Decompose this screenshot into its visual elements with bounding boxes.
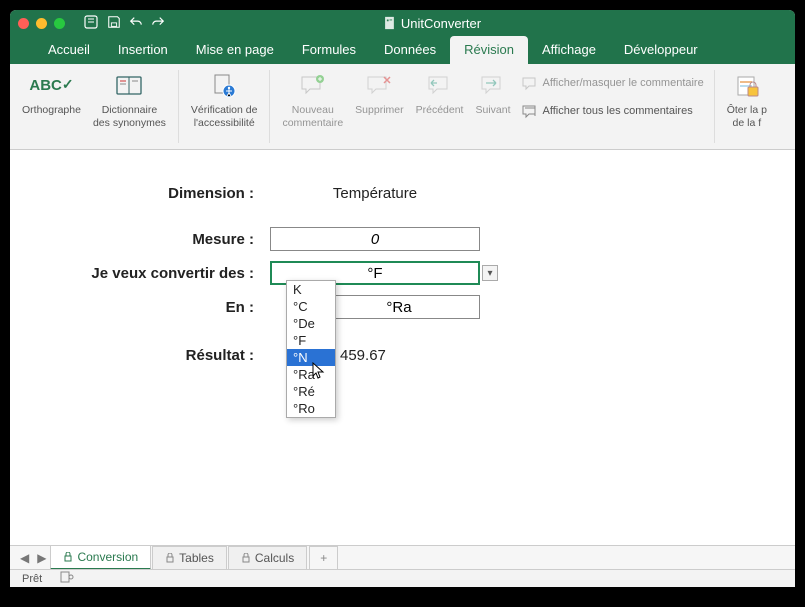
- all-comments-label: Afficher tous les commentaires: [543, 105, 693, 118]
- synonymes-button[interactable]: Dictionnaire des synonymes: [87, 68, 172, 131]
- toggle-comment-button[interactable]: Afficher/masquer le commentaire: [519, 72, 706, 96]
- delete-comment-icon: [363, 70, 395, 102]
- spellcheck-icon: ABC✓: [35, 70, 67, 102]
- status-bar: Prêt: [10, 569, 795, 587]
- tab-revision[interactable]: Révision: [450, 36, 528, 64]
- tab-donnees[interactable]: Données: [370, 36, 450, 64]
- supprimer-label: Supprimer: [355, 104, 403, 117]
- close-window-button[interactable]: [18, 18, 29, 29]
- orthographe-label: Orthographe: [22, 104, 81, 117]
- precedent-button[interactable]: Précédent: [410, 68, 470, 119]
- dropdown-option[interactable]: °Ra: [287, 366, 335, 383]
- tab-accueil[interactable]: Accueil: [34, 36, 104, 64]
- undo-icon[interactable]: [129, 15, 143, 32]
- toggle-comment-label: Afficher/masquer le commentaire: [543, 77, 704, 90]
- doc-icon: [383, 16, 397, 30]
- resultat-label: Résultat :: [60, 347, 270, 364]
- synonymes-label: Dictionnaire des synonymes: [93, 104, 166, 129]
- orthographe-button[interactable]: ABC✓ Orthographe: [16, 68, 87, 119]
- redo-icon[interactable]: [151, 15, 165, 32]
- tab-affichage[interactable]: Affichage: [528, 36, 610, 64]
- precedent-label: Précédent: [416, 104, 464, 117]
- convert-to-cell[interactable]: °Ra: [318, 295, 480, 319]
- dropdown-option[interactable]: °De: [287, 315, 335, 332]
- sheet-tab-label: Tables: [179, 551, 214, 565]
- tab-developpeur[interactable]: Développeur: [610, 36, 712, 64]
- convert-from-label: Je veux convertir des :: [60, 265, 270, 282]
- autosave-icon[interactable]: [83, 14, 99, 33]
- ribbon: ABC✓ Orthographe Dictionnaire des synony…: [10, 64, 795, 150]
- dropdown-toggle-button[interactable]: ▾: [482, 265, 498, 281]
- comments-stack: Afficher/masquer le commentaire Afficher…: [517, 68, 708, 128]
- new-comment-icon: [297, 70, 329, 102]
- dimension-value: Température: [270, 185, 480, 202]
- dropdown-option[interactable]: °F: [287, 332, 335, 349]
- all-comments-button[interactable]: Afficher tous les commentaires: [519, 100, 706, 124]
- macro-record-icon[interactable]: [60, 571, 74, 586]
- tab-formules[interactable]: Formules: [288, 36, 370, 64]
- supprimer-button[interactable]: Supprimer: [349, 68, 409, 119]
- lock-icon: [241, 553, 251, 563]
- dropdown-option[interactable]: °C: [287, 298, 335, 315]
- oter-protection-button[interactable]: Ôter la p de la f: [721, 68, 773, 131]
- sheet-tab-label: Calculs: [255, 551, 294, 565]
- sheet-tab-calculs[interactable]: Calculs: [228, 546, 307, 569]
- minimize-window-button[interactable]: [36, 18, 47, 29]
- worksheet[interactable]: Dimension : Température Mesure : 0 Je ve…: [10, 150, 795, 520]
- accessibilite-label: Vérification de l'accessibilité: [191, 104, 258, 129]
- tab-mise-en-page[interactable]: Mise en page: [182, 36, 288, 64]
- sheet-tab-bar: ◀ ▶ Conversion Tables Calculs +: [10, 545, 795, 569]
- sheet-tab-tables[interactable]: Tables: [152, 546, 227, 569]
- dimension-label: Dimension :: [60, 185, 270, 202]
- next-comment-icon: [477, 70, 509, 102]
- sheet-tab-conversion[interactable]: Conversion: [50, 545, 151, 570]
- document-title: UnitConverter: [383, 16, 481, 31]
- group-proofing: ABC✓ Orthographe Dictionnaire des synony…: [10, 64, 178, 149]
- group-protect: Ôter la p de la f: [715, 64, 779, 149]
- ribbon-tabs: Accueil Insertion Mise en page Formules …: [10, 36, 795, 64]
- unprotect-icon: [731, 70, 763, 102]
- sheet-tab-label: Conversion: [77, 550, 138, 564]
- convert-to-label: En :: [60, 299, 270, 316]
- sheet-nav-prev[interactable]: ◀: [16, 551, 33, 565]
- sheet-nav-next[interactable]: ▶: [33, 551, 50, 565]
- suivant-label: Suivant: [475, 104, 510, 117]
- quick-access-toolbar: [83, 14, 165, 33]
- nouveau-commentaire-button[interactable]: Nouveau commentaire: [276, 68, 349, 131]
- add-sheet-button[interactable]: +: [309, 546, 338, 569]
- lock-icon: [165, 553, 175, 563]
- toggle-comment-icon: [521, 75, 539, 93]
- status-ready: Prêt: [22, 573, 42, 585]
- lock-icon: [63, 552, 73, 562]
- dropdown-option[interactable]: K: [287, 281, 335, 298]
- save-icon[interactable]: [107, 15, 121, 32]
- accessibilite-button[interactable]: Vérification de l'accessibilité: [185, 68, 264, 131]
- zoom-window-button[interactable]: [54, 18, 65, 29]
- accessibility-icon: [208, 70, 240, 102]
- tab-insertion[interactable]: Insertion: [104, 36, 182, 64]
- prev-comment-icon: [424, 70, 456, 102]
- group-accessibility: Vérification de l'accessibilité: [179, 64, 270, 149]
- dropdown-option-selected[interactable]: °N: [287, 349, 335, 366]
- document-title-text: UnitConverter: [401, 16, 481, 31]
- group-comments: Nouveau commentaire Supprimer Précédent …: [270, 64, 713, 149]
- mesure-input[interactable]: 0: [270, 227, 480, 251]
- titlebar: UnitConverter: [10, 10, 795, 36]
- all-comments-icon: [521, 103, 539, 121]
- dropdown-option[interactable]: °Ro: [287, 400, 335, 417]
- unit-dropdown-list: K °C °De °F °N °Ra °Ré °Ro: [286, 280, 336, 418]
- app-window: UnitConverter Accueil Insertion Mise en …: [10, 10, 795, 587]
- suivant-button[interactable]: Suivant: [469, 68, 516, 119]
- thesaurus-icon: [113, 70, 145, 102]
- dropdown-option[interactable]: °Ré: [287, 383, 335, 400]
- window-controls: [18, 18, 65, 29]
- mesure-label: Mesure :: [60, 231, 270, 248]
- oter-label: Ôter la p de la f: [727, 104, 767, 129]
- nouveau-commentaire-label: Nouveau commentaire: [282, 104, 343, 129]
